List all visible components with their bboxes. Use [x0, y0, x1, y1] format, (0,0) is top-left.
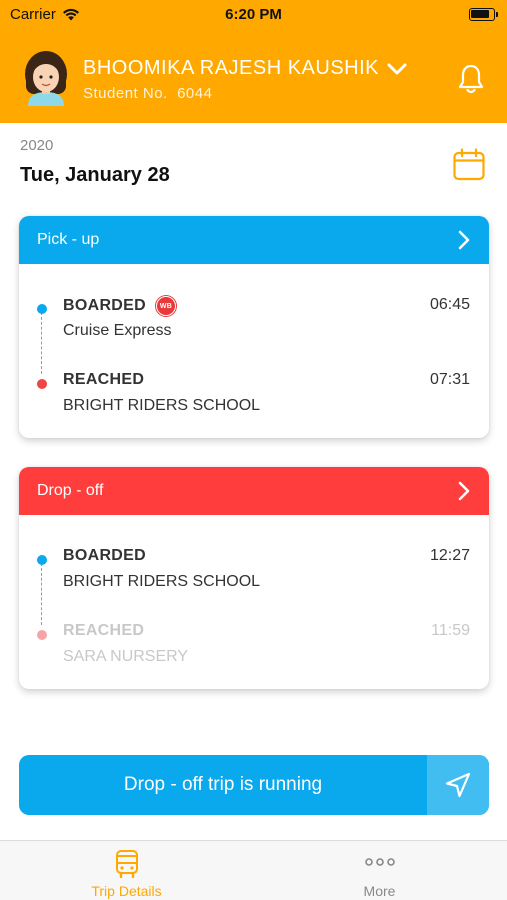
more-dots-icon: [364, 858, 395, 866]
tab-more[interactable]: More: [253, 841, 506, 900]
navigation-arrow-icon: [445, 772, 471, 798]
tab-label: More: [363, 883, 396, 899]
tab-trip-details[interactable]: Trip Details: [0, 841, 253, 900]
dropoff-title: Drop - off: [37, 482, 104, 499]
student-no-value: 6044: [177, 85, 213, 102]
status-bar: Carrier 6:20 PM: [0, 0, 507, 30]
tab-bar: Trip Details More: [0, 840, 507, 900]
stop-status: REACHED: [63, 371, 144, 389]
date-label: Tue, January 28: [20, 164, 170, 186]
stop-place: Cruise Express: [63, 322, 172, 339]
bus-icon: [115, 850, 138, 879]
student-name-dropdown[interactable]: BHOOMIKA RAJESH KAUSHIK: [83, 57, 407, 80]
stop-place: SARA NURSERY: [63, 648, 189, 665]
stop-time: 11:59: [431, 622, 470, 639]
chevron-down-icon: [387, 63, 407, 74]
stop-status-text: REACHED: [63, 371, 145, 388]
stop-time: 07:31: [429, 371, 470, 388]
header: BHOOMIKA RAJESH KAUSHIK Student No. 6044: [0, 30, 507, 123]
chevron-right-icon: [458, 481, 470, 501]
wb-badge: WB: [156, 296, 176, 316]
avatar[interactable]: [22, 50, 70, 106]
calendar-icon[interactable]: [452, 148, 486, 182]
pickup-reached-stop: REACHED BRIGHT RIDERS SCHOOL 07:31: [19, 371, 489, 421]
student-no-label: Student No.: [83, 85, 168, 102]
stop-status-text: BOARDED: [63, 547, 146, 564]
stop-status-text: BOARDED: [63, 297, 146, 314]
reached-dot: [37, 379, 47, 389]
pickup-header[interactable]: Pick - up: [19, 216, 489, 264]
dropoff-reached-stop: REACHED SARA NURSERY 11:59: [19, 622, 489, 672]
stop-status: REACHED: [63, 622, 144, 640]
battery-icon: [469, 8, 498, 21]
reached-dot: [37, 630, 47, 640]
dropoff-header[interactable]: Drop - off: [19, 467, 489, 515]
status-time: 6:20 PM: [225, 6, 282, 23]
stop-place: BRIGHT RIDERS SCHOOL: [63, 397, 261, 414]
trip-running-banner[interactable]: Drop - off trip is running: [19, 755, 489, 815]
tab-label: Trip Details: [91, 883, 162, 899]
student-name: BHOOMIKA RAJESH KAUSHIK: [83, 57, 380, 79]
chevron-right-icon: [458, 230, 470, 250]
navigate-button[interactable]: [427, 755, 489, 815]
stop-status: BOARDED WB: [63, 296, 176, 316]
dropoff-boarded-stop: BOARDED BRIGHT RIDERS SCHOOL 12:27: [19, 547, 489, 597]
trip-running-text: Drop - off trip is running: [123, 774, 323, 795]
pickup-title: Pick - up: [37, 231, 100, 248]
pickup-card: Pick - up BOARDED WB Cruise Express 06:4…: [19, 216, 489, 438]
stop-status: BOARDED: [63, 547, 146, 565]
boarded-dot: [37, 304, 47, 314]
stop-time: 12:27: [429, 547, 470, 564]
year-label: 2020: [20, 137, 54, 154]
boarded-dot: [37, 555, 47, 565]
stop-status-text: REACHED: [63, 622, 145, 639]
stop-place: BRIGHT RIDERS SCHOOL: [63, 573, 261, 590]
student-number: Student No. 6044: [83, 85, 212, 102]
pickup-boarded-stop: BOARDED WB Cruise Express 06:45: [19, 296, 489, 346]
dropoff-card: Drop - off BOARDED BRIGHT RIDERS SCHOOL …: [19, 467, 489, 689]
bell-icon[interactable]: [457, 63, 485, 95]
stop-time: 06:45: [429, 296, 470, 313]
